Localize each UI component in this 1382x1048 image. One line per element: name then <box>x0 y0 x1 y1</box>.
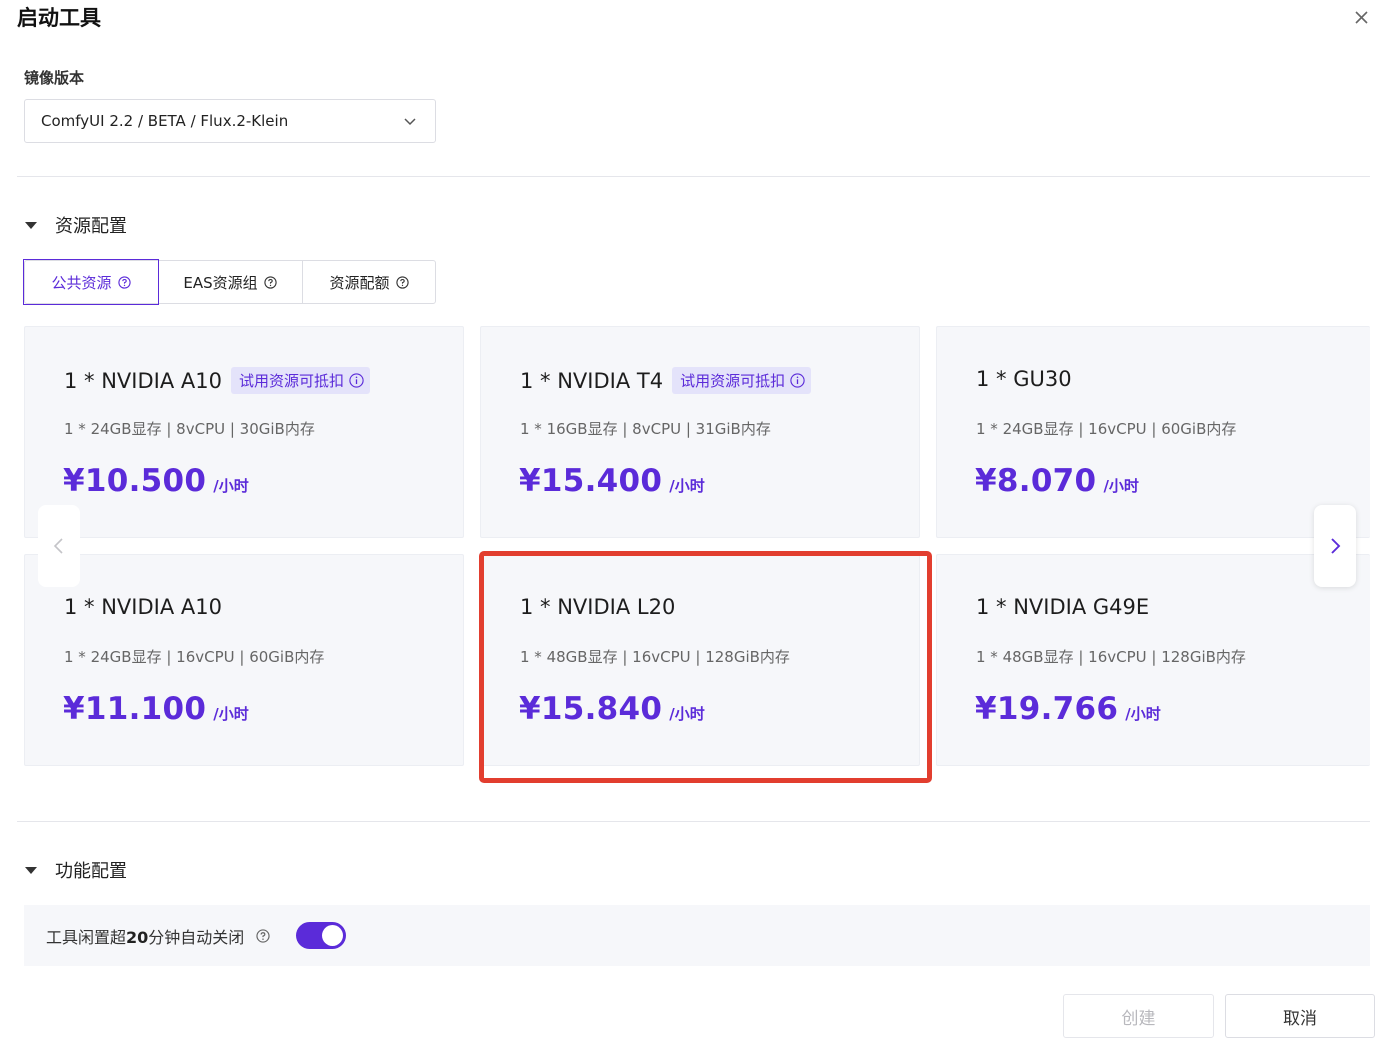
dialog-title: 启动工具 <box>17 6 101 30</box>
image-version-select[interactable]: ComfyUI 2.2 / BETA / Flux.2-Klein <box>24 99 436 143</box>
card-price: ¥15.400 <box>519 463 663 499</box>
card-price-unit: /小时 <box>669 477 705 495</box>
create-button[interactable]: 创建 <box>1063 994 1214 1038</box>
card-price-unit: /小时 <box>213 477 249 495</box>
launch-tool-dialog: 启动工具 镜像版本 ComfyUI 2.2 / BETA / Flux.2-Kl… <box>0 0 1382 1048</box>
chevron-left-icon <box>53 538 63 554</box>
caret-down-icon <box>25 866 37 874</box>
card-price-unit: /小时 <box>1125 705 1161 723</box>
close-button[interactable] <box>1350 6 1372 28</box>
resource-section-toggle[interactable]: 资源配置 <box>24 213 127 237</box>
divider <box>17 821 1370 822</box>
auto-close-label: 工具闲置超20分钟自动关闭 <box>46 924 244 948</box>
resource-section-title: 资源配置 <box>55 216 127 237</box>
resource-card-gu30[interactable]: 1 * GU30 1 * 24GB显存 | 16vCPU | 60GiB内存 ¥… <box>936 326 1370 538</box>
card-spec: 1 * 16GB显存 | 8vCPU | 31GiB内存 <box>520 420 771 438</box>
card-gpu-name: 1 * NVIDIA A10 <box>64 595 222 619</box>
card-spec: 1 * 48GB显存 | 16vCPU | 128GiB内存 <box>976 648 1246 666</box>
chevron-right-icon <box>1331 538 1341 554</box>
card-price: ¥11.100 <box>63 691 207 727</box>
caret-down-icon <box>25 221 37 229</box>
resource-card-a10-16vcpu[interactable]: 1 * NVIDIA A10 1 * 24GB显存 | 16vCPU | 60G… <box>24 554 464 766</box>
badge-text: 试用资源可抵扣 <box>238 372 344 390</box>
card-spec: 1 * 24GB显存 | 16vCPU | 60GiB内存 <box>976 420 1237 438</box>
chevron-down-icon <box>403 113 419 129</box>
card-spec: 1 * 24GB显存 | 8vCPU | 30GiB内存 <box>64 420 315 438</box>
resource-type-tabs: 公共资源 EAS资源组 资源配额 <box>23 259 436 305</box>
card-spec: 1 * 24GB显存 | 16vCPU | 60GiB内存 <box>64 648 325 666</box>
feature-section-toggle[interactable]: 功能配置 <box>24 858 127 882</box>
resource-card-g49e[interactable]: 1 * NVIDIA G49E 1 * 48GB显存 | 16vCPU | 12… <box>936 554 1370 766</box>
resource-card-t4[interactable]: 1 * NVIDIA T4 试用资源可抵扣 1 * 16GB显存 | 8vCPU… <box>480 326 920 538</box>
auto-close-toggle[interactable] <box>296 922 347 949</box>
toggle-knob <box>322 925 344 946</box>
card-gpu-name: 1 * NVIDIA L20 <box>520 595 676 619</box>
tab-label: EAS资源组 <box>183 273 258 292</box>
info-icon[interactable] <box>790 373 805 388</box>
trial-deductible-badge: 试用资源可抵扣 <box>230 367 370 394</box>
resource-card-a10-8vcpu[interactable]: 1 * NVIDIA A10 试用资源可抵扣 1 * 24GB显存 | 8vCP… <box>24 326 464 538</box>
card-gpu-name: 1 * NVIDIA T4 <box>520 368 664 393</box>
resource-card-l20[interactable]: 1 * NVIDIA L20 1 * 48GB显存 | 16vCPU | 128… <box>480 554 920 766</box>
idle-minutes: 20 <box>126 927 149 947</box>
image-version-value: ComfyUI 2.2 / BETA / Flux.2-Klein <box>41 112 289 130</box>
close-icon <box>1354 10 1368 24</box>
card-price: ¥19.766 <box>975 691 1119 727</box>
help-icon[interactable] <box>256 928 270 943</box>
help-icon[interactable] <box>263 275 277 289</box>
card-price: ¥15.840 <box>519 691 663 727</box>
help-icon[interactable] <box>395 275 409 289</box>
carousel-prev-button[interactable] <box>38 505 80 587</box>
label-suffix: 分钟自动关闭 <box>148 927 245 947</box>
carousel-next-button[interactable] <box>1314 505 1356 587</box>
divider <box>17 176 1370 177</box>
tab-label: 资源配额 <box>329 273 390 292</box>
trial-deductible-badge: 试用资源可抵扣 <box>672 367 812 394</box>
badge-text: 试用资源可抵扣 <box>680 372 786 390</box>
auto-close-setting: 工具闲置超20分钟自动关闭 <box>24 905 1370 966</box>
card-spec: 1 * 48GB显存 | 16vCPU | 128GiB内存 <box>520 648 790 666</box>
cancel-button[interactable]: 取消 <box>1225 994 1375 1038</box>
card-price-unit: /小时 <box>1103 477 1139 495</box>
feature-section-title: 功能配置 <box>55 861 127 882</box>
tab-label: 公共资源 <box>51 273 112 292</box>
info-icon[interactable] <box>349 373 364 388</box>
tab-resource-quota[interactable]: 资源配额 <box>303 261 435 303</box>
card-gpu-name: 1 * NVIDIA A10 <box>64 368 222 393</box>
card-gpu-name: 1 * GU30 <box>976 367 1072 391</box>
card-gpu-name: 1 * NVIDIA G49E <box>976 595 1150 619</box>
card-price-unit: /小时 <box>669 705 705 723</box>
help-icon[interactable] <box>117 275 131 289</box>
tab-public-resource[interactable]: 公共资源 <box>23 259 159 305</box>
card-price-unit: /小时 <box>213 705 249 723</box>
label-prefix: 工具闲置超 <box>46 927 127 947</box>
card-price: ¥8.070 <box>975 463 1097 499</box>
image-version-label: 镜像版本 <box>24 69 85 87</box>
card-price: ¥10.500 <box>63 463 207 499</box>
tab-eas-resource-group[interactable]: EAS资源组 <box>158 261 303 303</box>
